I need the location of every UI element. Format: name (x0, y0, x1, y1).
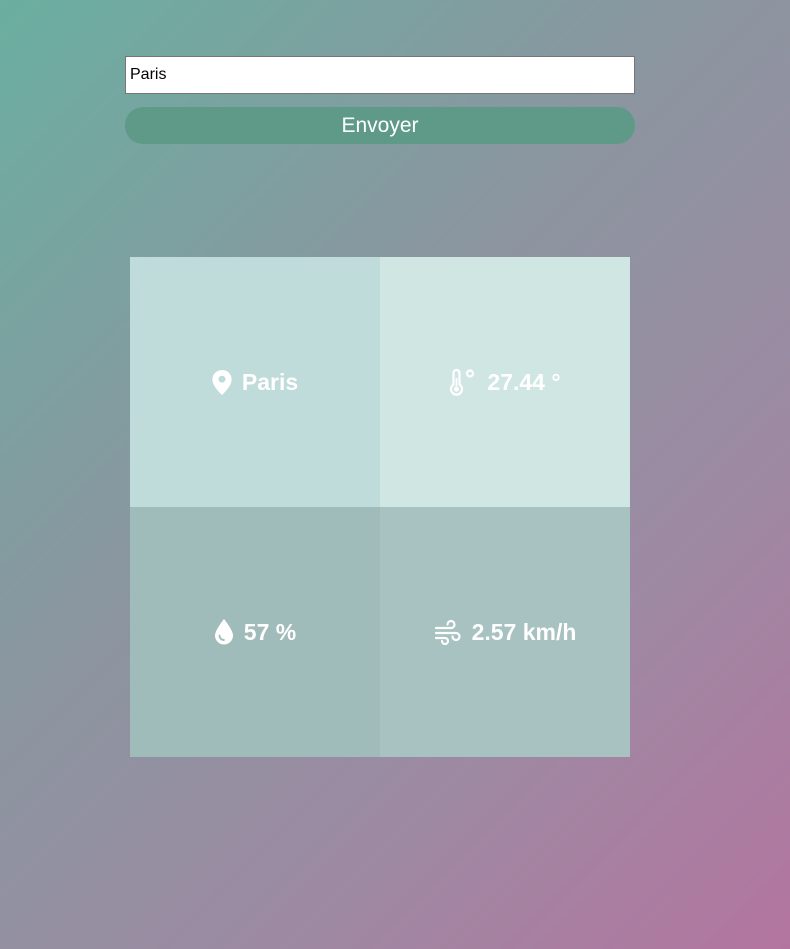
wind-cell: 2.57 km/h (380, 507, 630, 757)
temperature-value: 27.44 ° (487, 368, 561, 395)
wind-icon (434, 619, 462, 645)
city-cell: Paris (130, 257, 380, 507)
weather-grid: Paris 27.44 ° 57 % 2.57 km/h (130, 257, 630, 757)
city-input[interactable] (125, 56, 635, 94)
humidity-value: 57 % (243, 618, 297, 645)
wind-value: 2.57 km/h (471, 618, 577, 645)
location-pin-icon (212, 369, 232, 395)
temperature-cell: 27.44 ° (380, 257, 630, 507)
thermometer-icon (449, 368, 477, 396)
water-drop-icon (214, 619, 234, 645)
city-name: Paris (241, 368, 299, 395)
send-button[interactable]: Envoyer (125, 107, 635, 144)
humidity-cell: 57 % (130, 507, 380, 757)
